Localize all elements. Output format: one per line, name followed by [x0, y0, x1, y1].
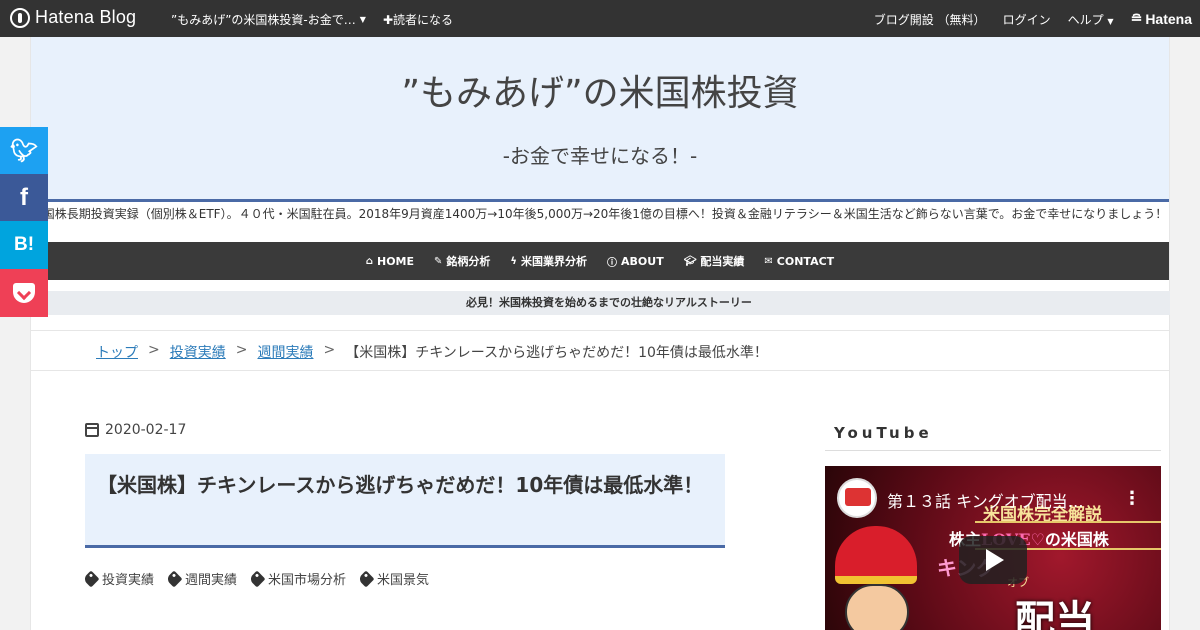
blog-description: 国株長期投資実録（個別株＆ETF）。４０代・米国駐在員。2018年9月資産140… [42, 207, 1168, 221]
nav-item-label: 銘柄分析 [446, 255, 491, 268]
nav-item-label: 配当実績 [700, 255, 745, 268]
divider [31, 330, 1169, 331]
facebook-icon: f [20, 184, 28, 211]
bolt-icon: ϟ [510, 255, 518, 267]
create-blog-link[interactable]: ブログ開設 （無料） [874, 11, 986, 28]
nav-item-label: CONTACT [776, 254, 835, 268]
category-tag-label: 投資実績 [102, 573, 155, 588]
character-illustration [845, 584, 909, 630]
sidebar-module-title: YouTube [834, 424, 933, 442]
category-tag-label: 週間実績 [185, 573, 238, 588]
blog-name-label: ”もみあげ”の米国株投資-お金で… [171, 13, 356, 27]
page-gutter-left [0, 37, 30, 630]
channel-avatar[interactable] [837, 478, 877, 518]
nav-item-contact[interactable]: ✉ CONTACT [764, 255, 834, 268]
youtube-embed[interactable]: 米国株完全解説 株主LOVE♡の米国株 キング オブ 配当 第１３話 キングオブ… [825, 466, 1161, 630]
category-tag[interactable]: 米国市場分析 [248, 569, 347, 588]
wrench-icon: ✎ [434, 255, 443, 267]
follow-button[interactable]: ✚読者になる [383, 11, 453, 28]
login-link[interactable]: ログイン [1003, 11, 1051, 28]
topbar-right-links: ブログ開設 （無料） ログイン ヘルプ ▼ ≘ Hatena [874, 10, 1192, 28]
entry-title[interactable]: 【米国株】チキンレースから逃げちゃだめだ！10年債は最低水準！ [85, 454, 725, 545]
nav-item-label: 米国業界分析 [521, 255, 588, 268]
tag-icon [165, 570, 183, 587]
hatena-blog-logo-icon [10, 7, 30, 28]
caret-down-icon: ▼ [1107, 17, 1114, 26]
breadcrumb: トップ > 投資実績 > 週間実績 > 【米国株】チキンレースから逃げちゃだめだ… [96, 342, 768, 362]
info-icon: ⓘ [607, 257, 618, 269]
thumbnail-text-b: の米国株 [1044, 530, 1109, 549]
breadcrumb-separator: > [148, 342, 160, 358]
breadcrumb-separator: > [235, 342, 248, 358]
category-tag[interactable]: 週間実績 [165, 569, 238, 588]
nav-item-stock-analysis[interactable]: ✎ 銘柄分析 [434, 253, 490, 269]
share-pocket-button[interactable] [0, 269, 48, 317]
tag-icon [357, 570, 375, 587]
thumbnail-text-big: 配当 [1015, 597, 1095, 630]
blog-header: ”もみあげ”の米国株投資 -お金で幸せになる！- [31, 37, 1169, 199]
category-tag-label: 米国景気 [377, 573, 430, 588]
envelope-icon: ✉ [764, 255, 773, 267]
graduation-cap-icon: 🎓︎ [683, 255, 697, 267]
category-tag-label: 米国市場分析 [268, 573, 347, 588]
sidebar-title-divider [825, 450, 1161, 451]
entry-date-text: 2020-02-17 [105, 422, 187, 438]
entry-categories: 投資実績 週間実績 米国市場分析 米国景気 [82, 569, 430, 588]
nav-item-label: ABOUT [621, 254, 664, 268]
breadcrumb-link-investment[interactable]: 投資実績 [170, 342, 226, 362]
home-icon: ⌂ [365, 255, 373, 267]
blog-subtitle: -お金で幸せになる！- [502, 144, 698, 168]
breadcrumb-link-top[interactable]: トップ [96, 342, 138, 362]
play-button[interactable] [959, 536, 1027, 584]
calendar-icon [85, 423, 99, 437]
page-gutter-right [1170, 37, 1200, 630]
hatena-blog-logo[interactable]: Hatena Blog [10, 7, 136, 28]
entry-date[interactable]: 2020-02-17 [85, 422, 186, 438]
frame-divider [1169, 37, 1170, 630]
caret-down-icon: ▼ [359, 15, 366, 24]
thumbnail-rule [975, 521, 1161, 523]
help-label: ヘルプ [1067, 13, 1104, 27]
nav-item-industry-analysis[interactable]: ϟ 米国業界分析 [510, 253, 587, 269]
header-border [31, 199, 1169, 202]
tag-icon [248, 570, 266, 587]
share-facebook-button[interactable]: f [0, 174, 48, 222]
divider [31, 370, 1169, 371]
nav-item-home[interactable]: ⌂ HOME [366, 255, 414, 268]
twitter-icon: 🐦︎ [10, 138, 38, 164]
nav-item-dividend[interactable]: 🎓︎ 配当実績 [684, 253, 745, 269]
breadcrumb-separator: > [323, 342, 336, 358]
breadcrumb-link-weekly[interactable]: 週間実績 [257, 342, 313, 362]
nav-item-label: HOME [376, 254, 415, 268]
featured-story-banner[interactable]: 必見！米国株投資を始めるまでの壮絶なリアルストーリー [48, 291, 1170, 315]
hatena-logo-text: Hatena [1145, 10, 1192, 27]
share-hatebu-button[interactable]: B! [0, 221, 48, 269]
hatena-logo-icon: ≘ [1130, 10, 1143, 26]
entry-title-border [85, 545, 725, 548]
hatena-logo[interactable]: ≘ Hatena [1131, 10, 1192, 27]
blog-name-dropdown[interactable]: ”もみあげ”の米国株投資-お金で… ▼ [171, 11, 366, 28]
hatebu-icon: B! [13, 234, 35, 255]
share-twitter-button[interactable]: 🐦︎ [0, 127, 48, 175]
hatena-blog-logo-text: Hatena Blog [35, 7, 137, 27]
global-nav: ⌂ HOME ✎ 銘柄分析 ϟ 米国業界分析 ⓘ ABOUT 🎓︎ 配当実績 ✉ CONTA… [31, 242, 1169, 280]
more-options-icon[interactable]: ⋮ [1123, 488, 1141, 509]
nav-item-about[interactable]: ⓘ ABOUT [607, 254, 664, 269]
video-title[interactable]: 第１３話 キングオブ配当… [887, 488, 1084, 512]
pocket-icon [13, 283, 35, 303]
blog-title[interactable]: ”もみあげ”の米国株投資 [31, 64, 1169, 116]
category-tag[interactable]: 米国景気 [357, 569, 430, 588]
category-tag[interactable]: 投資実績 [82, 569, 155, 588]
tag-icon [82, 570, 100, 587]
breadcrumb-current: 【米国株】チキンレースから逃げちゃだめだ！10年債は最低水準！ [345, 345, 768, 361]
hatena-topbar: Hatena Blog ”もみあげ”の米国株投資-お金で… ▼ ✚読者になる ブ… [0, 0, 1200, 37]
help-dropdown[interactable]: ヘルプ ▼ [1068, 11, 1114, 28]
